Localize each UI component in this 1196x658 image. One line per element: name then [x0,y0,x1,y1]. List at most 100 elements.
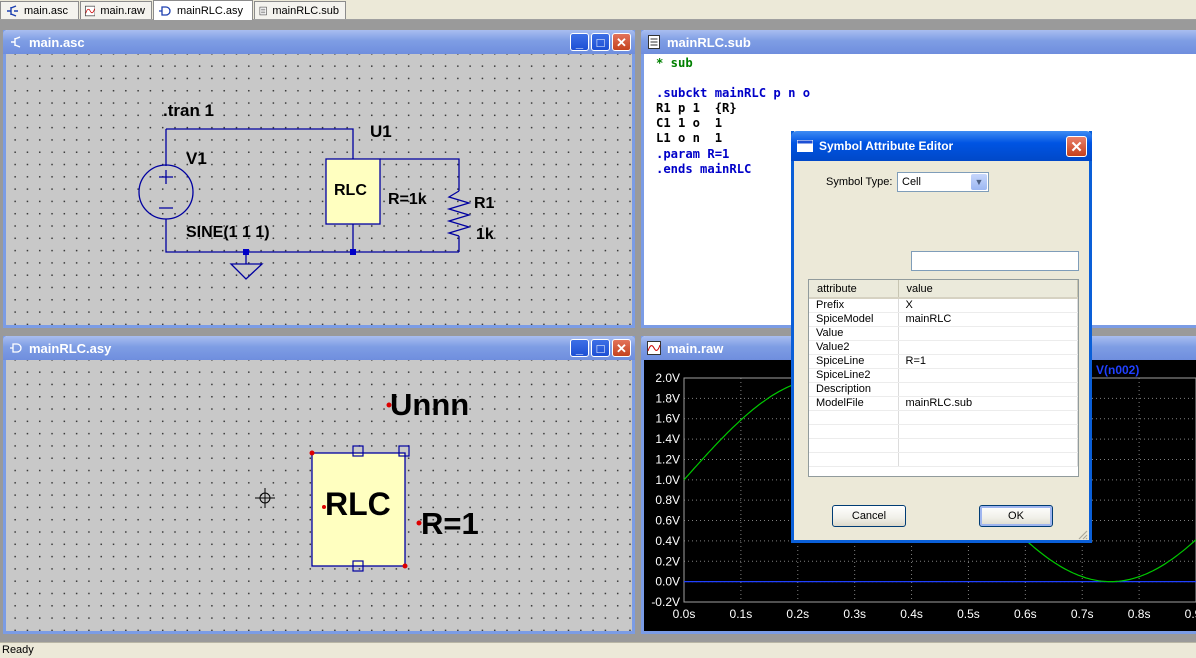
spiceline-label[interactable]: R=1 [421,506,479,542]
r1-label[interactable]: R1 [474,195,494,213]
tab-label: main.asc [24,4,69,17]
attribute-row-empty[interactable] [809,452,1078,467]
close-button[interactable]: ✕ [612,33,631,51]
cancel-button[interactable]: Cancel [832,505,906,527]
attribute-row[interactable]: SpiceLine R=1 [809,354,1078,369]
attribute-attribute-cell[interactable]: Description [809,382,899,397]
attribute-attribute-cell[interactable]: ModelFile [809,396,899,411]
attribute-value-cell[interactable]: R=1 [898,354,1078,369]
r1-value-label[interactable]: 1k [476,226,494,244]
dialog-close-button[interactable]: ✕ [1066,136,1087,157]
v1-label[interactable]: V1 [186,149,207,169]
tab-mainrlc-asy[interactable]: mainRLC.asy [153,0,253,20]
window-icon [797,140,813,152]
attribute-value-cell[interactable] [898,368,1078,383]
attribute-attribute-cell[interactable] [809,424,899,439]
tab-main-asc[interactable]: main.asc [0,1,79,19]
netlist-line: .subckt mainRLC p n o [656,86,811,101]
v1-value-label[interactable]: SINE(1 1 1) [186,224,270,242]
status-text: Ready [2,644,34,656]
maximize-icon: □ [596,34,605,50]
waveform-icon [647,341,661,355]
x-tick-label: 0.3s [843,607,866,621]
schematic-window: main.asc _ □ ✕ .tran 1 U1 V1 RLC R=1k R1… [3,30,635,328]
attribute-attribute-cell[interactable]: Value [809,326,899,341]
maximize-icon: □ [596,340,605,356]
attribute-row[interactable]: Value [809,326,1078,341]
maximize-button[interactable]: □ [591,33,610,51]
symbol-canvas[interactable]: Unnn RLC R=1 [6,360,632,631]
wire-right-top [380,158,460,191]
u1-param-label[interactable]: R=1k [388,191,427,209]
instname-label[interactable]: Unnn [390,387,469,423]
netlist-line: * sub [656,56,693,70]
attribute-value-cell[interactable] [898,438,1078,453]
tab-main-raw[interactable]: main.raw [80,1,152,19]
x-tick-label: 0.8s [1128,607,1151,621]
tab-label: mainRLC.asy [177,4,244,17]
ok-button[interactable]: OK [979,505,1053,527]
dialog-title: Symbol Attribute Editor [819,139,954,153]
x-tick-label: 0.6s [1014,607,1037,621]
schematic-window-titlebar[interactable]: main.asc _ □ ✕ [3,30,635,54]
x-tick-label: 0.0s [673,607,696,621]
schematic-canvas[interactable]: .tran 1 U1 V1 RLC R=1k R1 1k SINE(1 1 1) [6,54,632,325]
y-tick-label: 1.0V [655,473,680,487]
attribute-value-cell[interactable] [898,410,1078,425]
tab-label: mainRLC.sub [272,4,339,17]
attribute-value-cell[interactable] [898,340,1078,355]
tab-mainrlc-sub[interactable]: mainRLC.sub [254,1,346,19]
attribute-value-cell[interactable]: mainRLC [898,312,1078,327]
x-tick-label: 0.5s [957,607,980,621]
attribute-attribute-cell[interactable] [809,438,899,453]
close-icon: ✕ [1070,138,1083,156]
symbol-window-titlebar[interactable]: mainRLC.asy _ □ ✕ [3,336,635,360]
attribute-row[interactable]: SpiceModel mainRLC [809,312,1078,327]
maximize-button[interactable]: □ [591,339,610,357]
attribute-value-cell[interactable] [898,326,1078,341]
attribute-value-cell[interactable] [898,424,1078,439]
attribute-row[interactable]: ModelFile mainRLC.sub [809,396,1078,411]
minimize-button[interactable]: _ [570,33,589,51]
attribute-attribute-cell[interactable]: SpiceModel [809,312,899,327]
minimize-button[interactable]: _ [570,339,589,357]
crosshair-cursor [255,488,275,508]
column-header-attribute[interactable]: attribute [809,280,899,299]
trace-label[interactable]: V(n002) [1096,363,1139,377]
symbol-type-select[interactable]: Cell ▼ [897,172,989,192]
symbol-body-label[interactable]: RLC [325,486,391,523]
attribute-attribute-cell[interactable]: SpiceLine2 [809,368,899,383]
attribute-row-empty[interactable] [809,424,1078,439]
tran-directive[interactable]: .tran 1 [163,101,214,121]
y-tick-label: 2.0V [655,371,680,385]
close-icon: ✕ [616,340,627,356]
dialog-titlebar[interactable]: Symbol Attribute Editor ✕ [791,131,1092,161]
status-bar: Ready [0,642,1196,658]
symbol-icon [10,343,22,353]
attribute-value-cell[interactable] [898,452,1078,467]
attribute-row-empty[interactable] [809,438,1078,453]
attribute-row[interactable]: Value2 [809,340,1078,355]
attribute-attribute-cell[interactable] [809,452,899,467]
attribute-attribute-cell[interactable]: Prefix [809,298,899,313]
netlist-window-titlebar[interactable]: mainRLC.sub [641,30,1196,54]
close-button[interactable]: ✕ [612,339,631,357]
attribute-value-input[interactable] [911,251,1079,271]
symbol-drawing [255,402,422,572]
attribute-value-cell[interactable]: mainRLC.sub [898,396,1078,411]
attribute-row[interactable]: SpiceLine2 [809,368,1078,383]
schematic-icon [11,36,21,48]
attribute-row[interactable]: Description [809,382,1078,397]
attribute-attribute-cell[interactable]: SpiceLine [809,354,899,369]
attribute-row[interactable]: Prefix X [809,298,1078,313]
u1-label[interactable]: U1 [370,122,392,142]
attribute-row-empty[interactable] [809,410,1078,425]
attribute-value-cell[interactable]: X [898,298,1078,313]
resize-grip-icon[interactable] [1076,528,1088,540]
minimize-icon: _ [575,34,584,50]
attribute-attribute-cell[interactable] [809,410,899,425]
y-tick-label: 1.4V [655,432,680,446]
attribute-attribute-cell[interactable]: Value2 [809,340,899,355]
column-header-value[interactable]: value [898,280,1078,299]
attribute-value-cell[interactable] [898,382,1078,397]
